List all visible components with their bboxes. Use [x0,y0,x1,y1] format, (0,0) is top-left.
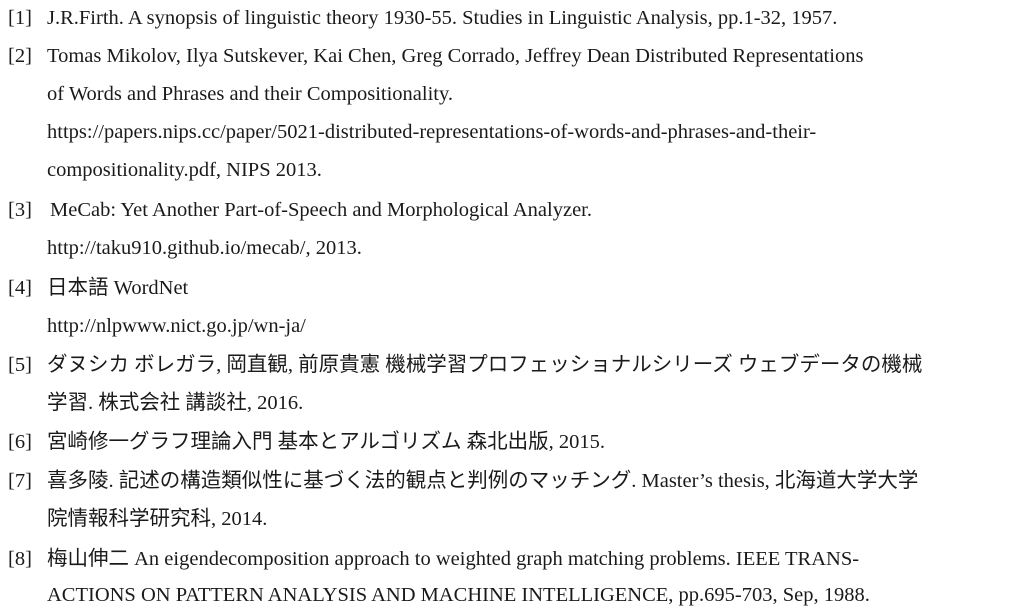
reference-number: [5] [8,354,32,376]
reference-number: [7] [8,470,32,492]
reference-text-line: 院情報科学研究科, 2014. [47,508,268,530]
reference-number: [8] [8,548,32,570]
reference-text-line: ACTIONS ON PATTERN ANALYSIS AND MACHINE … [47,584,870,606]
reference-number: [6] [8,431,32,453]
reference-url-line: https://papers.nips.cc/paper/5021-distri… [47,121,817,143]
reference-text-line: J.R.Firth. A synopsis of linguistic theo… [47,7,838,29]
reference-url-line: http://taku910.github.io/mecab/, 2013. [47,237,362,259]
reference-text-line: 学習. 株式会社 講談社, 2016. [47,392,304,414]
reference-list: [1] J.R.Firth. A synopsis of linguistic … [0,0,1030,615]
reference-text-line: ダヌシカ ボレガラ, 岡直観, 前原貴憲 機械学習プロフェッショナルシリーズ ウ… [47,354,923,376]
reference-number: [4] [8,277,32,299]
reference-text-line: Tomas Mikolov, Ilya Sutskever, Kai Chen,… [47,45,864,67]
reference-number: [3] [8,199,32,221]
reference-text-line: compositionality.pdf, NIPS 2013. [47,159,322,181]
reference-url-line: http://nlpwww.nict.go.jp/wn-ja/ [47,315,306,337]
reference-text-line: 日本語 WordNet [47,277,189,299]
reference-number: [1] [8,7,32,29]
reference-text-line: 宮崎修一グラフ理論入門 基本とアルゴリズム 森北出版, 2015. [47,431,606,453]
reference-number: [2] [8,45,32,67]
reference-text-line: 梅山伸二 An eigendecomposition approach to w… [47,548,860,570]
reference-text-line: 喜多陵. 記述の構造類似性に基づく法的観点と判例のマッチング. Master’s… [47,470,919,492]
reference-text-line: MeCab: Yet Another Part-of-Speech and Mo… [50,199,592,221]
reference-text-line: of Words and Phrases and their Compositi… [47,83,454,105]
